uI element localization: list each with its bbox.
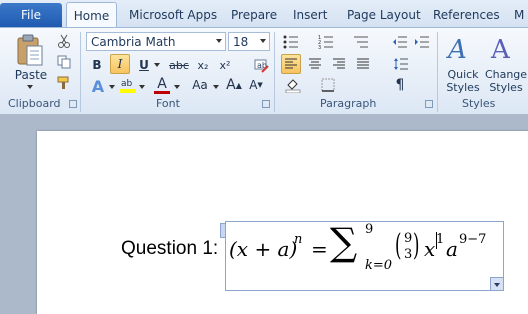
quick-styles-button[interactable]: Quick Styles xyxy=(446,68,480,94)
paste-button[interactable]: Paste xyxy=(12,68,50,82)
tab-home[interactable]: Home xyxy=(66,2,117,28)
clear-formatting-icon[interactable]: ab xyxy=(251,55,271,75)
tab-prepare[interactable]: Prepare xyxy=(231,3,277,27)
change-styles-icon[interactable]: A xyxy=(487,31,523,65)
font-color-button[interactable]: A xyxy=(152,75,172,95)
grow-font-button xyxy=(231,31,251,51)
quick-styles-label-2: Styles xyxy=(446,81,480,94)
numbering-icon[interactable]: 123 xyxy=(316,32,336,52)
align-right-icon[interactable] xyxy=(329,54,349,74)
paragraph-launcher-icon[interactable] xyxy=(425,100,433,108)
tab-page-layout[interactable]: Page Layout xyxy=(347,3,421,27)
equation-a-exponent: 9−7 xyxy=(459,232,487,247)
tab-microsoft-apps[interactable]: Microsoft Apps xyxy=(129,3,217,27)
shading-icon[interactable] xyxy=(283,75,303,95)
font-family-dropdown[interactable]: Cambria Math xyxy=(86,32,226,51)
binomial-bottom: 3 xyxy=(404,247,413,262)
font-group-label: Font xyxy=(156,97,180,110)
svg-text:A: A xyxy=(446,35,467,64)
underline-dropdown-icon[interactable] xyxy=(154,63,160,67)
font-color-letter: A xyxy=(157,75,167,92)
group-divider xyxy=(437,32,438,112)
shrink-font-letter: A xyxy=(249,78,258,92)
binomial-top: 9 xyxy=(404,231,413,246)
question-label: Question 1: xyxy=(121,238,219,259)
subscript-button[interactable]: x₂ xyxy=(193,55,213,75)
clipboard-group-label: Clipboard xyxy=(8,97,61,110)
cut-icon[interactable] xyxy=(54,31,74,51)
styles-group-label: Styles xyxy=(462,97,496,110)
equation-equals: = xyxy=(311,237,328,261)
highlight-icon[interactable]: ab xyxy=(118,75,138,95)
change-case-button[interactable]: Aa xyxy=(188,75,212,95)
summation-sign: ∑ xyxy=(330,220,358,264)
justify-icon[interactable] xyxy=(353,54,373,74)
font-color-dropdown-icon[interactable] xyxy=(174,85,180,89)
quick-styles-label-1: Quick xyxy=(447,68,479,81)
text-effects-button[interactable]: A xyxy=(88,76,108,96)
italic-button[interactable]: I xyxy=(110,54,130,74)
multilevel-list-icon[interactable] xyxy=(351,32,371,52)
borders-icon[interactable] xyxy=(318,75,338,95)
binomial-right-paren: ) xyxy=(413,228,420,263)
ribbon-tab-bar: File Home Microsoft Apps Prepare Insert … xyxy=(0,0,528,28)
svg-text:A: A xyxy=(490,35,511,64)
underline-button[interactable]: U xyxy=(134,55,154,75)
svg-text:3: 3 xyxy=(318,45,321,49)
equation-x-exponent: 1 xyxy=(436,232,445,247)
grow-font-button-2[interactable]: A ▲ xyxy=(224,75,244,95)
paste-dropdown-icon[interactable] xyxy=(27,85,33,89)
bold-button[interactable]: B xyxy=(87,55,107,75)
equation-options-dropdown[interactable] xyxy=(490,277,504,291)
align-left-icon[interactable] xyxy=(281,54,301,74)
increase-indent-icon[interactable] xyxy=(412,32,432,52)
shrink-font-button[interactable]: A ▼ xyxy=(246,75,266,95)
equation-a: a xyxy=(446,237,458,261)
ribbon: Paste Clipboard Cambria Math 18 B I U ab… xyxy=(0,27,528,115)
copy-icon[interactable] xyxy=(54,52,74,72)
summation-lower-limit: k=0 xyxy=(365,258,393,273)
font-launcher-icon[interactable] xyxy=(262,100,270,108)
summation-upper-limit: 9 xyxy=(365,222,374,237)
paragraph-group-label: Paragraph xyxy=(320,97,377,110)
tab-overflow[interactable]: M xyxy=(514,3,524,27)
grow-font-letter: A xyxy=(226,77,236,93)
tab-references[interactable]: References xyxy=(433,3,500,27)
strikethrough-button[interactable]: abc xyxy=(166,55,192,75)
group-divider xyxy=(80,32,81,112)
equation-x: x xyxy=(424,237,436,261)
font-color-bar xyxy=(154,90,170,94)
tab-file[interactable]: File xyxy=(0,3,62,27)
change-styles-label-2: Styles xyxy=(489,81,523,94)
group-divider xyxy=(274,32,275,112)
binomial-left-paren: ( xyxy=(395,228,402,263)
show-formatting-marks-button[interactable]: ¶ xyxy=(390,75,410,95)
decrease-indent-icon[interactable] xyxy=(390,32,410,52)
text-effects-dropdown-icon[interactable] xyxy=(109,85,115,89)
line-spacing-icon[interactable] xyxy=(391,54,411,74)
change-styles-button[interactable]: Change Styles xyxy=(484,68,528,94)
equation-handle[interactable] xyxy=(220,223,226,238)
svg-text:ab: ab xyxy=(121,79,133,89)
quick-styles-icon[interactable]: A xyxy=(444,31,480,65)
grow-font-arrow: ▲ xyxy=(235,80,242,90)
superscript-button[interactable]: x² xyxy=(215,55,235,75)
format-painter-icon[interactable] xyxy=(54,73,74,93)
tab-insert[interactable]: Insert xyxy=(293,3,327,27)
paste-icon[interactable] xyxy=(10,32,50,70)
equation-lhs: (x + a) xyxy=(229,237,298,261)
change-styles-label-1: Change xyxy=(484,68,528,81)
align-center-icon[interactable] xyxy=(305,54,325,74)
shrink-font-arrow: ▼ xyxy=(257,81,263,89)
clipboard-launcher-icon[interactable] xyxy=(69,100,77,108)
highlight-dropdown-icon[interactable] xyxy=(139,85,145,89)
bullets-icon[interactable] xyxy=(281,32,301,52)
equation-lhs-exponent: n xyxy=(294,232,303,247)
change-case-dropdown-icon[interactable] xyxy=(213,85,219,89)
font-family-value: Cambria Math xyxy=(91,34,176,49)
